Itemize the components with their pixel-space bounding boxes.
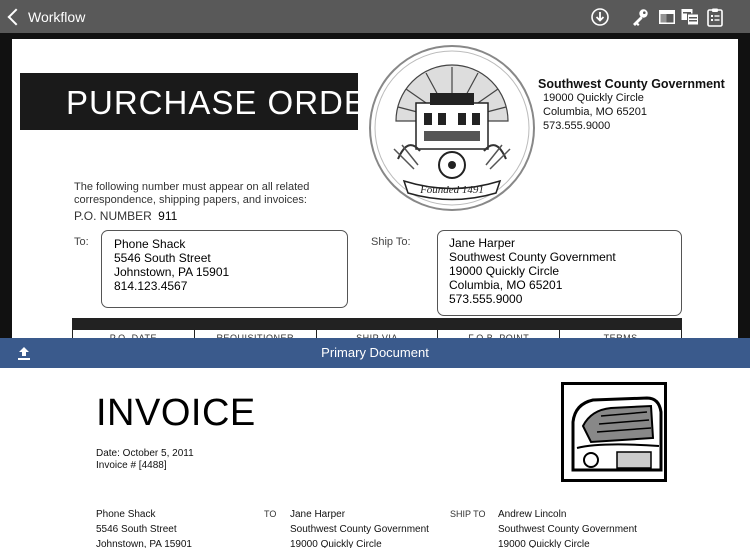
primary-document-viewer[interactable]: PURCHASE ORDER Founded 1491 Southwest Co… (0, 33, 750, 338)
copy-icon[interactable] (680, 7, 700, 27)
table-header-cell: TERMS (603, 333, 638, 338)
back-label: Workflow (28, 9, 86, 25)
to-line: Phone Shack (114, 237, 186, 251)
invoice-to-line: Jane Harper (290, 509, 346, 520)
po-title-banner: PURCHASE ORDER (20, 73, 391, 130)
invoice-preview[interactable]: INVOICE Date: October 5, 2011 Invoice # … (0, 368, 750, 548)
government-name: Southwest County Government (538, 77, 725, 91)
po-details-table: P.O. DATE REQUISITIONER SHIP VIA F.O.B. … (72, 318, 682, 338)
ship-to-line: 573.555.9000 (449, 292, 523, 306)
invoice-to-line: 19000 Quickly Circle (290, 539, 382, 548)
back-button[interactable]: Workflow (6, 6, 85, 28)
from-line: 5546 South Street (96, 524, 177, 535)
po-title: PURCHASE ORDER (66, 84, 392, 121)
invoice-to-label: TO (264, 509, 277, 519)
ship-to-line: Jane Harper (449, 236, 516, 250)
county-seal-image: Founded 1491 (369, 45, 535, 211)
purchase-order-page: PURCHASE ORDER Founded 1491 Southwest Co… (12, 39, 738, 338)
po-number-value: 911 (158, 209, 178, 223)
invoice-ship-to-line: 19000 Quickly Circle (498, 539, 590, 548)
po-number-label: P.O. NUMBER (74, 209, 152, 223)
top-toolbar: Workflow (0, 0, 750, 33)
to-address-box: Phone Shack 5546 South Street Johnstown,… (101, 230, 348, 308)
car-logo-image (561, 382, 667, 482)
invoice-from-address: Phone Shack 5546 South Street Johnstown,… (96, 507, 192, 548)
document-bar: Primary Document (0, 338, 750, 368)
from-line: Phone Shack (96, 509, 156, 520)
to-line: 814.123.4567 (114, 279, 188, 293)
to-label: To: (74, 236, 89, 248)
po-note: The following number must appear on all … (74, 181, 310, 206)
ship-to-line: Columbia, MO 65201 (449, 278, 563, 292)
ship-to-label: Ship To: (371, 236, 411, 248)
government-street: 19000 Quickly Circle (543, 92, 644, 104)
table-header-cell: SHIP VIA (317, 330, 439, 338)
table-header-cell: F.O.B. POINT (438, 330, 561, 338)
invoice-to-address: Jane Harper Southwest County Government … (290, 507, 429, 548)
invoice-ship-to-line: Andrew Lincoln (498, 509, 567, 520)
invoice-title: INVOICE (96, 392, 256, 434)
to-line: Johnstown, PA 15901 (114, 265, 230, 279)
key-icon[interactable] (630, 7, 650, 27)
from-line: Johnstown, PA 15901 (96, 539, 192, 548)
ship-to-address-box: Jane Harper Southwest County Government … (437, 230, 682, 316)
document-bar-title[interactable]: Primary Document (0, 345, 750, 360)
invoice-date: Date: October 5, 2011 (96, 448, 194, 459)
ship-to-line: 19000 Quickly Circle (449, 264, 560, 278)
invoice-ship-to-line: Southwest County Government (498, 524, 637, 535)
invoice-number: Invoice # [4488] (96, 460, 167, 471)
invoice-ship-to-label: SHIP TO (450, 509, 486, 519)
table-header-cell: REQUISITIONER (195, 330, 317, 338)
download-icon[interactable] (590, 7, 610, 27)
to-line: 5546 South Street (114, 251, 211, 265)
po-number-line: P.O. NUMBER 911 (74, 209, 177, 223)
invoice-to-line: Southwest County Government (290, 524, 429, 535)
table-header-cell: P.O. DATE (73, 330, 195, 338)
government-address: Southwest County Government 19000 Quickl… (538, 77, 725, 133)
government-phone: 573.555.9000 (543, 120, 611, 132)
clipboard-icon[interactable] (705, 7, 725, 27)
government-city: Columbia, MO 65201 (543, 106, 647, 118)
ship-to-line: Southwest County Government (449, 250, 616, 264)
window-icon[interactable] (657, 7, 677, 27)
chevron-left-icon (7, 8, 25, 26)
seal-text: Founded 1491 (419, 184, 484, 196)
invoice-ship-to-address: Andrew Lincoln Southwest County Governme… (498, 507, 637, 548)
